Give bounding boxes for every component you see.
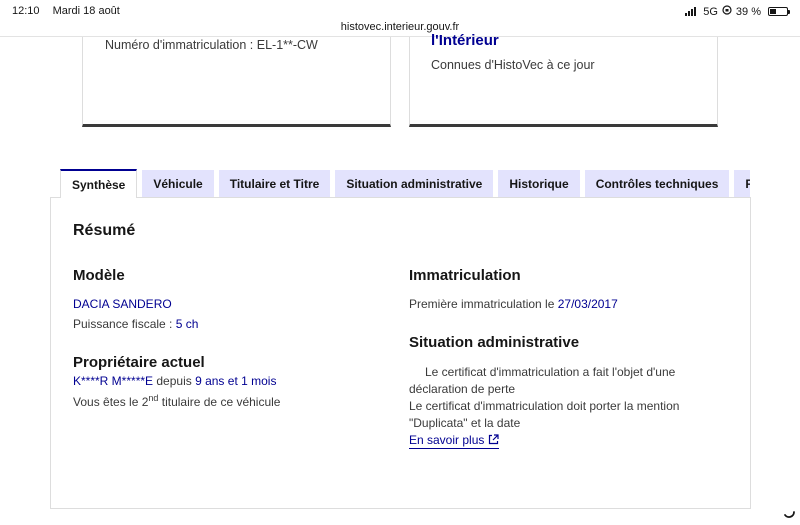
- fiscal-power-label: Puissance fiscale :: [73, 317, 176, 331]
- owner-rank-prefix: Vous êtes le 2: [73, 395, 149, 409]
- lock-rotation-icon: [722, 5, 732, 18]
- admin-heading: Situation administrative: [409, 334, 580, 351]
- admin-line-1: Le certificat d'immatriculation a fait l…: [425, 365, 676, 379]
- tab-rapport[interactable]: Rapport: [734, 170, 750, 198]
- model-name: DACIA SANDERO: [73, 297, 172, 311]
- owner-since-label: depuis: [153, 374, 196, 388]
- first-registration-label: Première immatriculation le: [409, 297, 558, 311]
- fiscal-power: Puissance fiscale : 5 ch: [73, 316, 198, 333]
- first-registration: Première immatriculation le 27/03/2017: [409, 296, 618, 313]
- owner-rank-sup: nd: [148, 393, 159, 403]
- knowledge-card: l'Intérieur Connues d'HistoVec à ce jour: [409, 32, 718, 127]
- loading-spinner-icon: [784, 511, 795, 518]
- admin-line-4: "Duplicata" et la date: [409, 416, 521, 430]
- report-tabs: Synthèse Véhicule Titulaire et Titre Sit…: [60, 169, 750, 198]
- status-time: 12:10: [12, 5, 40, 17]
- fiscal-power-value: 5 ch: [175, 317, 199, 331]
- summary-title: Résumé: [73, 222, 136, 239]
- owner-line: K****R M*****E depuis 9 ans et 1 mois: [73, 373, 276, 390]
- battery-percent: 39 %: [735, 5, 761, 18]
- ministry-title: l'Intérieur: [431, 32, 499, 49]
- status-indicators: 5G 39 %: [685, 5, 790, 18]
- tab-synthese[interactable]: Synthèse: [60, 169, 138, 198]
- owner-rank: Vous êtes le 2nd titulaire de ce véhicul…: [73, 390, 280, 411]
- plate-number-text: Numéro d'immatriculation : EL-1**-CW: [105, 38, 318, 52]
- status-bar: 12:10 Mardi 18 août 5G 39 %: [0, 0, 800, 22]
- address-bar[interactable]: histovec.interieur.gouv.fr: [0, 21, 800, 33]
- tab-situation-administrative[interactable]: Situation administrative: [335, 170, 494, 198]
- external-link-icon: [488, 433, 499, 450]
- network-label: 5G: [703, 5, 718, 18]
- known-text: Connues d'HistoVec à ce jour: [431, 58, 595, 72]
- synthesis-panel: Résumé Modèle DACIA SANDERO Puissance fi…: [50, 197, 751, 509]
- tab-historique[interactable]: Historique: [498, 170, 580, 198]
- first-registration-date: 27/03/2017: [557, 297, 618, 311]
- owner-since-value: 9 ans et 1 mois: [195, 374, 277, 388]
- owner-name: K****R M*****E: [73, 374, 154, 388]
- battery-level: [770, 9, 777, 14]
- battery-icon: [768, 7, 790, 16]
- tab-vehicule[interactable]: Véhicule: [142, 170, 214, 198]
- admin-line-2: déclaration de perte: [409, 382, 516, 396]
- status-date: Mardi 18 août: [52, 5, 120, 17]
- admin-line-3: Le certificat d'immatriculation doit por…: [409, 399, 680, 413]
- tab-controles-techniques[interactable]: Contrôles techniques: [584, 170, 730, 198]
- learn-more-link[interactable]: En savoir plus: [409, 433, 500, 450]
- tab-titulaire[interactable]: Titulaire et Titre: [218, 170, 331, 198]
- signal-icon: [685, 7, 697, 16]
- learn-more-row: En savoir plus: [409, 432, 500, 450]
- owner-heading: Propriétaire actuel: [73, 354, 205, 371]
- owner-rank-suffix: titulaire de ce véhicule: [158, 395, 281, 409]
- plate-card: Numéro d'immatriculation : EL-1**-CW: [82, 37, 391, 127]
- model-heading: Modèle: [73, 267, 125, 284]
- registration-heading: Immatriculation: [409, 267, 521, 284]
- learn-more-label: En savoir plus: [409, 433, 485, 447]
